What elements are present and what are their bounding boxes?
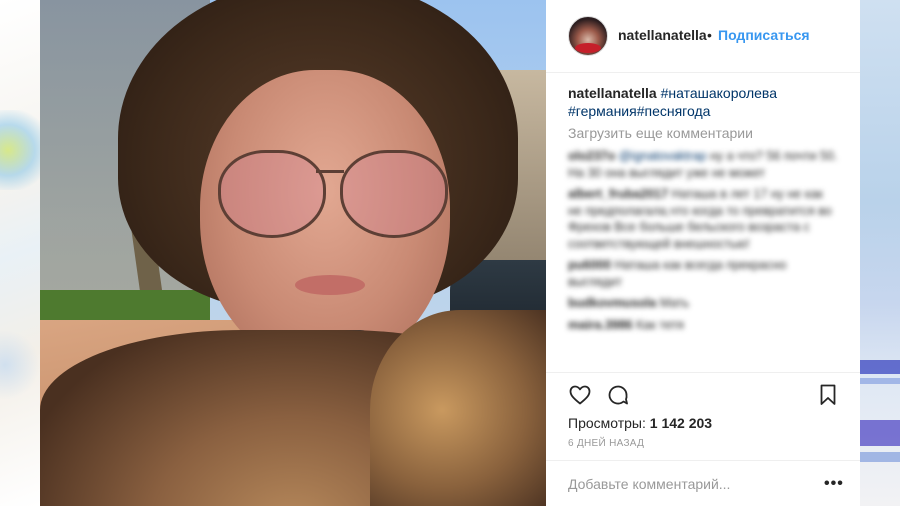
left-light-glow-2 bbox=[0, 330, 40, 400]
comment: albert_fruba2017 Наташа в лет 17 ну не к… bbox=[568, 186, 840, 252]
right-background bbox=[860, 0, 900, 506]
hashtag-link[interactable]: #германия#песнягода bbox=[568, 103, 710, 119]
heart-icon[interactable] bbox=[568, 383, 592, 407]
right-light-band bbox=[860, 378, 900, 384]
post-photo[interactable] bbox=[40, 0, 546, 506]
hashtag-link[interactable]: #наташакоролева bbox=[661, 85, 777, 101]
comments-list: olo237o @ignatovaktrap ну а что? 56 почт… bbox=[568, 148, 840, 338]
photo-glasses-right bbox=[340, 150, 448, 238]
comment-username[interactable]: maira.3986 bbox=[568, 318, 633, 332]
post-caption: natellanatella #наташакоролева #германия… bbox=[568, 84, 838, 120]
actions-divider bbox=[546, 372, 860, 373]
comment: pu6000 Наташа как всегда прекрасно выгля… bbox=[568, 257, 840, 290]
comment-username[interactable]: budkovmusola bbox=[568, 296, 656, 310]
post-header: natellanatella • Подписаться bbox=[546, 0, 860, 73]
more-options-icon[interactable]: ••• bbox=[824, 475, 844, 493]
comment-divider bbox=[546, 460, 860, 461]
photo-glasses-bridge bbox=[316, 170, 344, 173]
views-count: Просмотры: 1 142 203 bbox=[568, 415, 712, 431]
right-light-band bbox=[860, 452, 900, 462]
right-light-band bbox=[860, 360, 900, 374]
comment-text: Мать bbox=[656, 296, 690, 310]
post-side-panel: natellanatella • Подписаться natellanate… bbox=[546, 0, 860, 506]
photo-glasses-left bbox=[218, 150, 326, 238]
avatar-detail bbox=[575, 43, 601, 53]
bookmark-icon[interactable] bbox=[816, 383, 840, 407]
follow-button[interactable]: Подписаться bbox=[718, 27, 810, 43]
left-background bbox=[0, 0, 50, 506]
comment-username[interactable]: albert_fruba2017 bbox=[568, 187, 668, 201]
add-comment-input[interactable]: Добавьте комментарий... bbox=[568, 476, 730, 492]
views-label: Просмотры: bbox=[568, 415, 646, 431]
comment-username[interactable]: olo237o bbox=[568, 149, 615, 163]
post-date[interactable]: 6 ДНЕЙ НАЗАД bbox=[568, 438, 644, 449]
views-number: 1 142 203 bbox=[649, 415, 713, 431]
load-more-comments-button[interactable]: Загрузить еще комментарии bbox=[568, 125, 753, 141]
comment-username[interactable]: pu6000 bbox=[568, 258, 611, 272]
avatar[interactable] bbox=[568, 16, 608, 56]
comment: budkovmusola Мать bbox=[568, 295, 840, 312]
right-light-band bbox=[860, 420, 900, 446]
photo-lips bbox=[295, 275, 365, 295]
comment: maira.3986 Как тетя bbox=[568, 317, 840, 334]
comment-text: Как тетя bbox=[632, 317, 684, 332]
comment-mention[interactable]: @ignatovaktrap bbox=[619, 149, 707, 163]
caption-username[interactable]: natellanatella bbox=[568, 85, 657, 101]
comment: olo237o @ignatovaktrap ну а что? 56 почт… bbox=[568, 148, 840, 181]
photo-fur-collar bbox=[370, 310, 546, 506]
header-separator: • bbox=[707, 27, 712, 43]
comment-icon[interactable] bbox=[606, 383, 630, 407]
username-link[interactable]: natellanatella bbox=[618, 27, 707, 43]
